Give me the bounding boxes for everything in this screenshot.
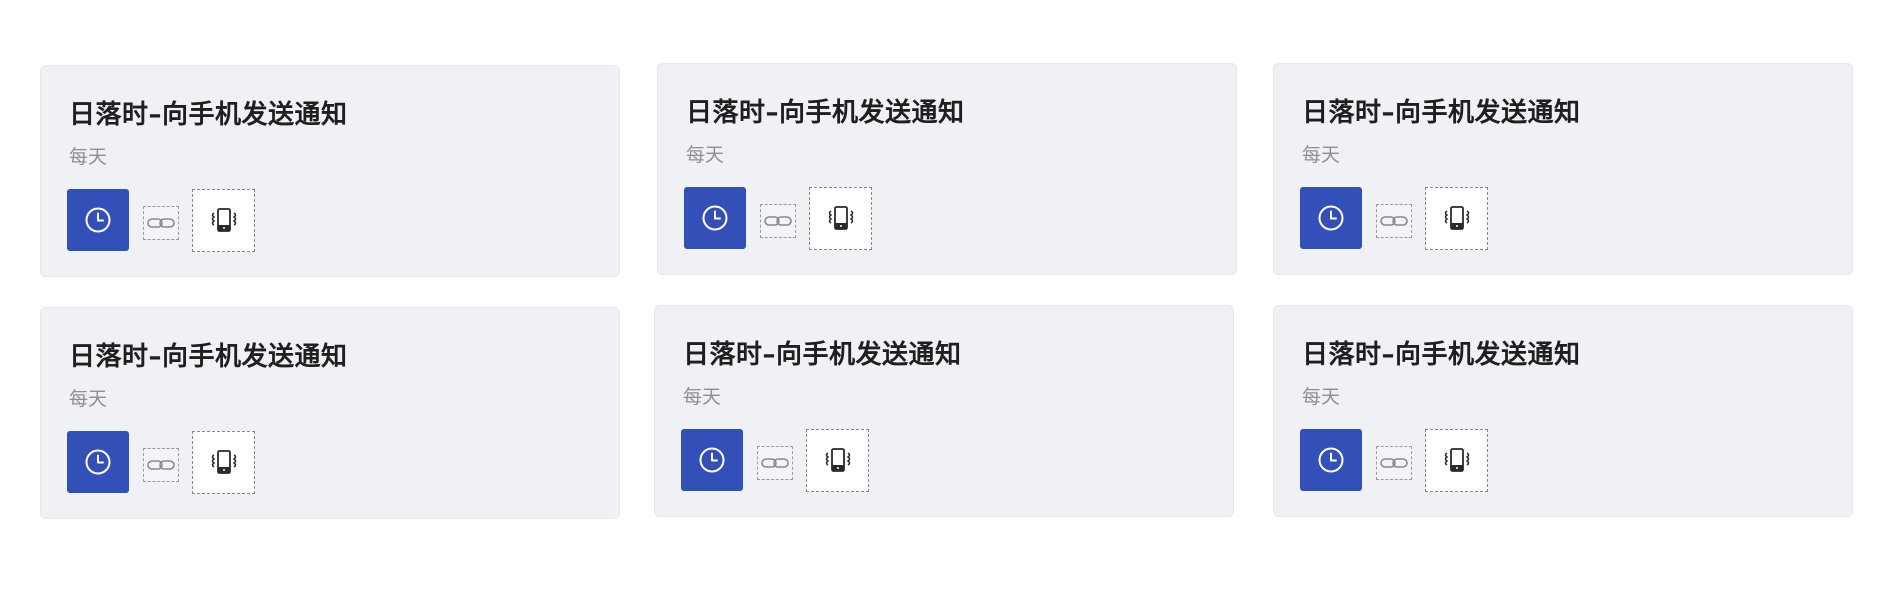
card-title: 日落时–向手机发送通知 [683,340,962,370]
trigger-tile[interactable] [1300,429,1362,491]
action-tile[interactable] [806,429,869,492]
clock-icon [702,205,728,231]
action-tile[interactable] [1425,429,1488,492]
card-schedule: 每天 [69,388,108,410]
automation-card[interactable]: 日落时–向手机发送通知 每天 [654,305,1234,517]
card-title: 日落时–向手机发送通知 [1302,340,1581,370]
link-connector [757,446,793,480]
link-icon [761,458,789,468]
link-connector [143,206,179,240]
automation-card[interactable]: 日落时–向手机发送通知 每天 [40,65,620,277]
phone-vibrate-icon [211,207,236,232]
clock-icon [85,449,111,475]
card-title: 日落时–向手机发送通知 [1302,98,1581,128]
clock-icon [699,447,725,473]
trigger-tile[interactable] [1300,187,1362,249]
automation-card[interactable]: 日落时–向手机发送通知 每天 [40,307,620,519]
link-connector [143,448,179,482]
card-schedule: 每天 [1302,144,1341,166]
trigger-tile[interactable] [67,189,129,251]
action-tile[interactable] [192,189,255,252]
trigger-tile[interactable] [684,187,746,249]
card-title: 日落时–向手机发送通知 [686,98,965,128]
phone-vibrate-icon [828,205,853,230]
automation-grid: 日落时–向手机发送通知 每天 日落时–向手机发送通知 每天 日落时–向手机发送通… [0,0,1896,616]
phone-vibrate-icon [211,449,236,474]
phone-vibrate-icon [1444,447,1469,472]
link-icon [764,216,792,226]
link-connector [760,204,796,238]
automation-card[interactable]: 日落时–向手机发送通知 每天 [1273,63,1853,275]
automation-card[interactable]: 日落时–向手机发送通知 每天 [1273,305,1853,517]
clock-icon [1318,447,1344,473]
link-icon [1380,458,1408,468]
phone-vibrate-icon [825,447,850,472]
link-icon [147,460,175,470]
card-schedule: 每天 [1302,386,1341,408]
link-connector [1376,446,1412,480]
card-schedule: 每天 [686,144,725,166]
card-schedule: 每天 [683,386,722,408]
trigger-tile[interactable] [67,431,129,493]
link-icon [147,218,175,228]
trigger-tile[interactable] [681,429,743,491]
link-connector [1376,204,1412,238]
action-tile[interactable] [192,431,255,494]
action-tile[interactable] [1425,187,1488,250]
phone-vibrate-icon [1444,205,1469,230]
card-title: 日落时–向手机发送通知 [69,100,348,130]
link-icon [1380,216,1408,226]
action-tile[interactable] [809,187,872,250]
clock-icon [85,207,111,233]
automation-card[interactable]: 日落时–向手机发送通知 每天 [657,63,1237,275]
card-schedule: 每天 [69,146,108,168]
clock-icon [1318,205,1344,231]
card-title: 日落时–向手机发送通知 [69,342,348,372]
